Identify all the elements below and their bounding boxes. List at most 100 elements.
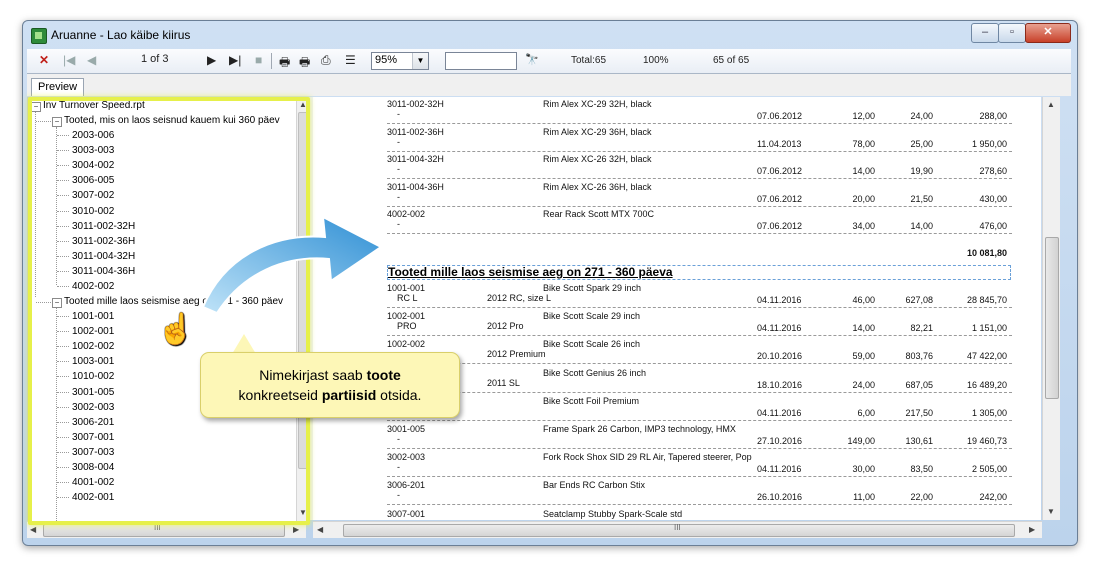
tree-item[interactable]: 3003-003 <box>72 145 114 156</box>
tree-item[interactable]: 3007-001 <box>72 432 114 443</box>
product-name: Bike Scott Genius 26 inch <box>543 367 647 378</box>
collapse-group-icon[interactable]: − <box>52 298 62 308</box>
batch-sub: - <box>397 434 400 444</box>
tree-item[interactable]: 3011-004-36H <box>72 266 135 277</box>
search-input[interactable] <box>445 52 517 70</box>
stop-icon[interactable]: ■ <box>255 53 262 67</box>
tree-line <box>57 467 69 468</box>
collapse-group-icon[interactable]: − <box>52 117 62 127</box>
maximize-button[interactable]: ▫ <box>998 23 1026 43</box>
minimize-button[interactable]: – <box>971 23 999 43</box>
qty-value: 149,00 <box>847 436 875 446</box>
window-title: Aruanne - Lao käibe kiirus <box>51 28 191 42</box>
tree-item[interactable]: 4002-001 <box>72 492 114 503</box>
tree-item[interactable]: 3011-002-32H <box>72 221 135 232</box>
export-icon[interactable]: ⎙ <box>321 53 331 68</box>
tree-item[interactable]: 1002-001 <box>72 326 114 337</box>
tree-item[interactable]: 3006-005 <box>72 175 114 186</box>
tree-line <box>57 421 69 423</box>
tree-line <box>57 316 69 317</box>
section-header[interactable]: Tooted mille laos seismise aeg on 271 - … <box>387 265 1011 280</box>
tree-group-1[interactable]: Tooted, mis on laos seisnud kauem kui 36… <box>64 115 280 126</box>
batch-name: 2012 RC, size L <box>487 293 552 303</box>
last-page-icon[interactable]: ▶| <box>229 53 241 67</box>
collapse-root-icon[interactable]: − <box>31 102 41 112</box>
tree-item[interactable]: 3010-002 <box>72 206 114 217</box>
tree-line <box>57 195 69 197</box>
scroll-up-icon[interactable]: ▲ <box>1047 100 1055 109</box>
report-vertical-scrollbar[interactable]: ▲ ▼ <box>1042 97 1060 520</box>
tree-item[interactable]: 3008-004 <box>72 462 114 473</box>
row-divider <box>387 448 1012 449</box>
scroll-right-icon[interactable]: ▶ <box>1029 525 1035 534</box>
price-value: 803,76 <box>905 351 933 362</box>
tab-preview[interactable]: Preview <box>31 78 85 96</box>
tree-root[interactable]: Inv Turnover Speed.rpt <box>43 100 145 111</box>
scroll-left-icon[interactable]: ◀ <box>30 525 36 534</box>
toolbar-divider <box>271 53 272 69</box>
tree-line <box>57 210 69 212</box>
tree-horizontal-scrollbar[interactable]: ◀ III ▶ <box>27 521 306 538</box>
scroll-up-icon[interactable]: ▲ <box>299 100 307 109</box>
report-horizontal-scrollbar[interactable]: ◀ III ▶ <box>313 521 1042 538</box>
print-setup-icon[interactable]: 🖶 <box>299 53 310 74</box>
tree-item[interactable]: 4001-002 <box>72 477 114 488</box>
product-name: Rim Alex XC-26 32H, black <box>543 154 652 164</box>
close-report-icon[interactable]: ✕ <box>39 53 49 67</box>
row-divider <box>387 205 1012 207</box>
tree-line <box>57 331 69 333</box>
app-icon <box>31 28 47 44</box>
total-label: Total:65 <box>571 55 607 66</box>
scroll-down-icon[interactable]: ▼ <box>1047 507 1055 516</box>
scroll-left-icon[interactable]: ◀ <box>317 525 323 534</box>
sum-value: 288,00 <box>979 111 1007 121</box>
qty-value: 6,00 <box>857 407 875 418</box>
toolbar: ✕ |◀ ◀ 1 of 3 ▶ ▶| ■ 🖶 🖶 ⎙ ☰ 95% ▼ 🔭 Tot… <box>27 49 1071 74</box>
prev-page-icon[interactable]: ◀ <box>87 53 96 67</box>
tree-hscroll-thumb[interactable]: III <box>43 523 285 537</box>
tree-line <box>36 302 51 303</box>
tree-item[interactable]: 1010-002 <box>72 371 114 382</box>
tree-item[interactable]: 3011-004-32H <box>72 251 135 262</box>
sum-value: 16 489,20 <box>966 379 1007 390</box>
tree-item[interactable]: 3007-003 <box>72 447 114 458</box>
tree-item[interactable]: 3011-002-36H <box>72 236 135 247</box>
print-icon[interactable]: 🖶 <box>279 53 290 74</box>
zoom-select[interactable]: 95% ▼ <box>371 52 429 70</box>
sum-value: 242,00 <box>979 492 1007 503</box>
tree-item[interactable]: 1001-001 <box>72 311 114 322</box>
tree-line <box>57 361 69 363</box>
chevron-down-icon[interactable]: ▼ <box>412 53 428 69</box>
tree-item[interactable]: 3004-002 <box>72 160 114 171</box>
tree-item[interactable]: 1003-001 <box>72 356 114 367</box>
tree-item[interactable]: 3007-002 <box>72 190 114 201</box>
tree-item[interactable]: 3006-201 <box>72 417 114 428</box>
qty-value: 24,00 <box>852 379 875 390</box>
group-tree-icon[interactable]: ☰ <box>345 53 356 67</box>
tree-item[interactable]: 4002-002 <box>72 281 114 292</box>
tree-item[interactable]: 3001-005 <box>72 387 114 398</box>
binoculars-icon[interactable]: 🔭 <box>525 53 539 66</box>
product-name: Rim Alex XC-29 32H, black <box>543 99 652 109</box>
row-divider <box>387 504 1012 506</box>
scroll-down-icon[interactable]: ▼ <box>299 508 307 517</box>
qty-value: 20,00 <box>852 193 875 204</box>
sum-value: 19 460,73 <box>966 436 1007 446</box>
scroll-right-icon[interactable]: ▶ <box>293 525 299 534</box>
close-window-button[interactable]: ✕ <box>1025 23 1071 43</box>
title-bar[interactable]: Aruanne - Lao käibe kiirus – ▫ ✕ <box>23 21 1077 49</box>
price-value: 687,05 <box>905 379 933 390</box>
next-page-icon[interactable]: ▶ <box>207 53 216 67</box>
tree-item[interactable]: 3002-003 <box>72 402 114 413</box>
tree-item[interactable]: 1002-002 <box>72 341 114 352</box>
batch-sub: - <box>397 219 400 229</box>
product-code: 3011-004-32H <box>387 154 444 164</box>
tree-item[interactable]: 2003-006 <box>72 130 114 141</box>
report-hscroll-thumb[interactable]: III <box>343 523 1015 537</box>
product-code: 3011-004-36H <box>387 181 444 192</box>
first-page-icon[interactable]: |◀ <box>63 53 75 67</box>
batch-date: 27.10.2016 <box>757 436 803 446</box>
sum-value: 1 151,00 <box>971 323 1007 334</box>
product-name: Bike Scott Scale 29 inch <box>543 311 641 322</box>
report-scroll-thumb[interactable] <box>1045 237 1059 399</box>
